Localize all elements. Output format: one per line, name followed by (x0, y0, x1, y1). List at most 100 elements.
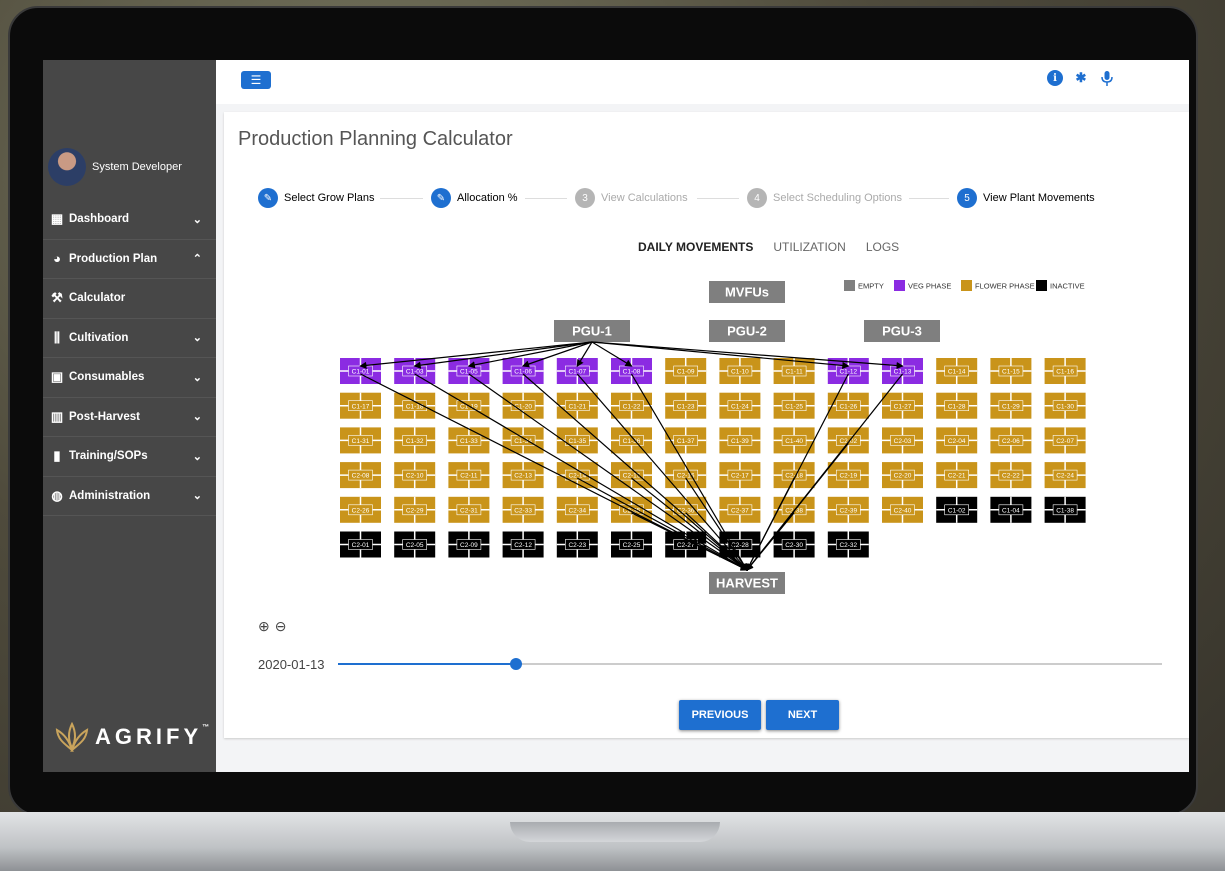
chevron-down-icon: ⌄ (192, 490, 202, 503)
sidebar-item-production-plan[interactable]: ◕ Production Plan ⌃ (43, 240, 216, 279)
grow-tile[interactable]: C2-26 (340, 496, 381, 523)
sidebar-item-consumables[interactable]: ▣ Consumables ⌄ (43, 358, 216, 398)
tile-label: C2-04 (948, 438, 966, 445)
grow-tile[interactable]: C1-09 (665, 358, 707, 384)
grow-tile[interactable]: C2-06 (990, 427, 1032, 454)
grow-tile[interactable]: C1-22 (611, 392, 652, 419)
grow-tile[interactable]: C2-23 (556, 531, 598, 558)
grow-tile[interactable]: C1-07 (556, 358, 598, 384)
grow-tile[interactable]: C1-18 (394, 392, 436, 419)
microphone-icon[interactable] (1099, 70, 1115, 86)
grow-tile[interactable]: C1-10 (719, 358, 761, 384)
sidebar-item-post-harvest[interactable]: ▥ Post-Harvest ⌄ (43, 398, 216, 437)
grow-tile[interactable]: C1-15 (990, 358, 1032, 384)
menu-button[interactable]: ☰ (241, 71, 271, 89)
grow-tile[interactable]: C2-11 (448, 462, 490, 489)
grow-tile[interactable]: C1-21 (556, 392, 598, 419)
pgu2-label[interactable]: PGU-2 (709, 320, 785, 342)
grow-tile[interactable]: C1-30 (1044, 392, 1086, 419)
grow-tile[interactable]: C1-23 (665, 392, 707, 419)
bug-icon[interactable]: ✱ (1073, 70, 1089, 86)
grow-tile[interactable]: C1-31 (340, 427, 381, 454)
sidebar-item-dashboard[interactable]: ▦ Dashboard ⌄ (43, 200, 216, 240)
grow-tile[interactable]: C1-33 (448, 427, 490, 454)
grow-tile[interactable]: C2-02 (827, 427, 869, 454)
next-button[interactable]: NEXT (766, 700, 839, 730)
grow-tile[interactable]: C2-15 (611, 462, 652, 489)
grow-tile[interactable]: C1-16 (1044, 358, 1086, 384)
grow-tile[interactable]: C1-39 (719, 427, 761, 454)
avatar (48, 148, 86, 186)
grow-tile[interactable]: C1-20 (502, 392, 544, 419)
screen: System Developer ▦ Dashboard ⌄ ◕ Production … (43, 60, 1189, 772)
grow-tile[interactable]: C2-25 (611, 531, 652, 558)
grow-tile[interactable]: C2-19 (827, 462, 869, 489)
grow-tile[interactable]: C1-36 (611, 427, 652, 454)
pgu3-label[interactable]: PGU-3 (864, 320, 940, 342)
grow-tile[interactable]: C2-09 (448, 531, 490, 558)
grow-tile[interactable]: C2-39 (827, 496, 869, 523)
grow-tile[interactable]: C1-38 (1044, 496, 1086, 523)
grow-tile[interactable]: C1-40 (773, 427, 815, 454)
tile-label: C1-25 (785, 403, 803, 410)
zoom-out-icon[interactable]: ⊖ (275, 618, 287, 635)
equalizer-icon: ⫼ (54, 329, 60, 345)
grow-tile[interactable]: C2-13 (502, 462, 544, 489)
grow-tile[interactable]: C1-26 (827, 392, 869, 419)
grow-tile[interactable]: C2-22 (990, 462, 1032, 489)
grow-tile[interactable]: C1-14 (936, 358, 978, 384)
grow-tile[interactable]: C1-27 (882, 392, 923, 419)
sidebar-item-training-sops[interactable]: ▮ Training/SOPs ⌄ (43, 437, 216, 477)
grow-tile[interactable]: C2-31 (448, 496, 490, 523)
grow-tile[interactable]: C1-29 (990, 392, 1032, 419)
previous-button[interactable]: PREVIOUS (679, 700, 761, 730)
grow-tile[interactable]: C2-32 (827, 531, 869, 558)
grow-tile[interactable]: C2-04 (936, 427, 978, 454)
grow-tile[interactable]: C1-24 (719, 392, 761, 419)
grow-tile[interactable]: C2-17 (719, 462, 761, 489)
harvest-label[interactable]: HARVEST (709, 572, 785, 594)
grow-tile[interactable]: C1-37 (665, 427, 707, 454)
user-profile[interactable]: System Developer (48, 148, 182, 186)
grow-tile[interactable]: C2-33 (502, 496, 544, 523)
grow-tile[interactable]: C2-18 (773, 462, 815, 489)
grow-tile[interactable]: C2-07 (1044, 427, 1086, 454)
grow-tile[interactable]: C2-29 (394, 496, 436, 523)
grow-tile[interactable]: C2-40 (882, 496, 923, 523)
grow-tile[interactable]: C2-24 (1044, 462, 1086, 489)
zoom-in-icon[interactable]: ⊕ (258, 618, 270, 635)
grow-tile[interactable]: C1-05 (448, 358, 490, 384)
grow-tile[interactable]: C2-30 (773, 531, 815, 558)
timeline-slider[interactable] (338, 658, 1162, 670)
grow-tile[interactable]: C1-25 (773, 392, 815, 419)
pgu1-label[interactable]: PGU-1 (554, 320, 630, 342)
grow-tile[interactable]: C2-03 (882, 427, 923, 454)
sidebar-item-calculator[interactable]: ⚒ Calculator (43, 279, 216, 319)
grow-tile[interactable]: C2-20 (882, 462, 923, 489)
grow-tile[interactable]: C1-06 (502, 358, 544, 384)
tile-label: C2-24 (1056, 473, 1074, 480)
grow-tile[interactable]: C1-32 (394, 427, 436, 454)
grow-tile[interactable]: C1-13 (882, 358, 923, 384)
grow-tile[interactable]: C2-10 (394, 462, 436, 489)
timeline-slider-thumb[interactable] (509, 658, 522, 670)
grow-tile[interactable]: C1-17 (340, 392, 381, 419)
info-icon[interactable]: i (1047, 70, 1063, 86)
grow-tile[interactable]: C2-12 (502, 531, 544, 558)
grow-tile[interactable]: C1-02 (936, 496, 978, 523)
grow-tile[interactable]: C2-34 (556, 496, 598, 523)
grow-tile[interactable]: C1-01 (340, 358, 381, 384)
tile-label: C1-40 (785, 438, 803, 445)
grow-tile[interactable]: C1-04 (990, 496, 1032, 523)
sidebar-item-cultivation[interactable]: ⫼ Cultivation ⌄ (43, 319, 216, 358)
grow-tile[interactable]: C2-01 (340, 531, 381, 558)
grow-tile[interactable]: C2-08 (340, 462, 381, 489)
grow-tile[interactable]: C2-05 (394, 531, 436, 558)
grow-tile[interactable]: C2-21 (936, 462, 978, 489)
mvfus-label[interactable]: MVFUs (709, 281, 785, 303)
grow-tile[interactable]: C1-28 (936, 392, 978, 419)
grow-tile[interactable]: C2-37 (719, 496, 761, 523)
sidebar-item-administration[interactable]: ◍ Administration ⌄ (43, 477, 216, 516)
grow-tile[interactable]: C1-08 (611, 358, 652, 384)
tile-label: C1-22 (623, 403, 641, 410)
